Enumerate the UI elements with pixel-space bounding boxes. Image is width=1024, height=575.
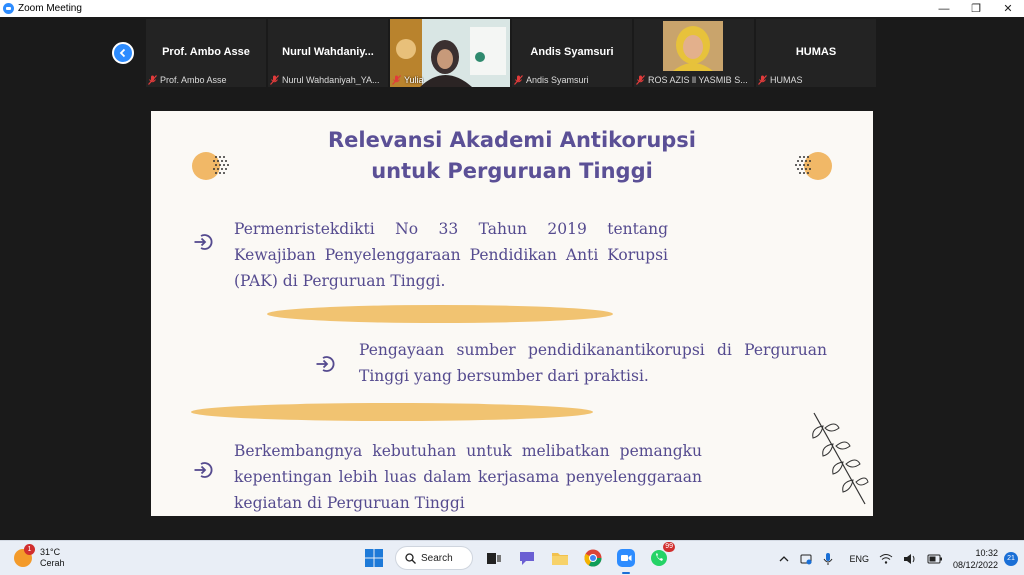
decorative-dot-icon xyxy=(795,152,832,180)
meeting-area: Prof. Ambo Asse Prof. Ambo Asse Nurul Wa… xyxy=(0,17,1024,540)
slide-point-2: Pengayaan sumber pendidikanantikorupsi d… xyxy=(359,341,827,385)
whatsapp-button[interactable]: 99 xyxy=(647,542,675,570)
zoom-taskbar-button[interactable] xyxy=(614,546,638,574)
show-hidden-icons-button[interactable] xyxy=(779,555,789,563)
chevron-left-icon xyxy=(119,48,126,58)
participant-video-tile[interactable]: Yulia xyxy=(390,19,510,87)
leaf-decoration-icon xyxy=(812,412,869,505)
weather-widget[interactable]: 1 31°C Cerah xyxy=(14,544,65,569)
participant-label: Yulia xyxy=(392,75,424,85)
clock-date: 08/12/2022 xyxy=(952,559,998,570)
participant-name: Prof. Ambo Asse xyxy=(162,46,250,58)
sync-icon xyxy=(800,554,812,564)
windows-taskbar: 1 31°C Cerah Search 99 ENG 10:32 08/12/2… xyxy=(0,540,1024,575)
participant-name: Andis Syamsuri xyxy=(530,46,614,58)
participant-video-tile[interactable]: ROS AZIS ll YASMIB S... xyxy=(634,19,754,87)
participant-tile[interactable]: Nurul Wahdaniy... Nurul Wahdaniyah_YA... xyxy=(268,19,388,87)
minimize-button[interactable]: — xyxy=(928,0,960,17)
participant-name: Nurul Wahdaniy... xyxy=(282,46,374,58)
active-indicator xyxy=(622,572,630,574)
system-clock[interactable]: 10:32 08/12/2022 xyxy=(953,547,998,571)
task-view-button[interactable] xyxy=(482,546,506,570)
login-arrow-icon xyxy=(316,356,335,372)
task-view-icon xyxy=(487,553,501,564)
participant-tile[interactable]: HUMAS HUMAS xyxy=(756,19,876,87)
mic-muted-icon xyxy=(514,75,523,85)
chat-icon xyxy=(520,552,534,565)
battery-button[interactable] xyxy=(927,554,943,564)
start-button[interactable] xyxy=(362,546,386,570)
participant-label: Prof. Ambo Asse xyxy=(148,75,227,85)
zoom-app-icon xyxy=(617,549,635,567)
weather-temperature: 31°C xyxy=(40,547,61,557)
wifi-button[interactable] xyxy=(879,553,893,564)
chrome-icon xyxy=(584,549,602,567)
shared-screen-slide: Relevansi Akademi Antikorupsi untuk Perg… xyxy=(151,111,873,516)
participant-label: Nurul Wahdaniyah_YA... xyxy=(270,75,380,85)
chrome-button[interactable] xyxy=(581,546,605,570)
previous-page-button[interactable] xyxy=(112,42,134,64)
mic-muted-icon xyxy=(270,75,279,85)
taskbar-search[interactable]: Search xyxy=(395,546,473,570)
file-explorer-button[interactable] xyxy=(548,546,572,570)
mic-muted-icon xyxy=(148,75,157,85)
mic-muted-icon xyxy=(758,75,767,85)
wifi-icon xyxy=(879,554,893,564)
microphone-icon xyxy=(824,552,833,565)
login-arrow-icon xyxy=(194,462,213,478)
decorative-dot-icon xyxy=(192,152,229,180)
window-titlebar: Zoom Meeting — ❐ ✕ xyxy=(0,0,1024,17)
participant-avatar xyxy=(663,21,723,71)
folder-icon xyxy=(552,553,568,565)
input-language[interactable]: ENG xyxy=(849,554,869,564)
slide-title: Relevansi Akademi Antikorupsi untuk Perg… xyxy=(327,128,697,183)
close-button[interactable]: ✕ xyxy=(992,0,1024,17)
volume-button[interactable] xyxy=(903,553,917,565)
participant-label: HUMAS xyxy=(758,75,803,85)
restore-button[interactable]: ❐ xyxy=(960,0,992,17)
participant-label: ROS AZIS ll YASMIB S... xyxy=(636,75,748,85)
slide-point-3: Berkembangnya kebutuhan untuk melibatkan… xyxy=(234,442,702,512)
windows-logo-icon xyxy=(365,549,383,567)
system-tray: ENG 10:32 08/12/2022 21 xyxy=(779,541,1024,575)
clock-time: 10:32 xyxy=(975,547,998,558)
slide-point-1: Permenristekdikti No 33 Tahun 2019 tenta… xyxy=(234,220,668,290)
whatsapp-badge: 99 xyxy=(663,542,675,552)
microphone-tray-button[interactable] xyxy=(823,552,833,566)
participant-name: HUMAS xyxy=(795,46,837,58)
weather-description: Cerah xyxy=(40,558,65,568)
speaker-icon xyxy=(903,553,915,564)
weather-badge: 1 xyxy=(24,544,35,555)
participant-label: Andis Syamsuri xyxy=(514,75,589,85)
decorative-stripe xyxy=(191,403,593,421)
participant-tile[interactable]: Andis Syamsuri Andis Syamsuri xyxy=(512,19,632,87)
battery-icon xyxy=(927,554,942,563)
weather-sun-icon: 1 xyxy=(14,544,35,567)
notification-badge[interactable]: 21 xyxy=(1004,551,1018,566)
search-label: Search xyxy=(421,552,453,564)
login-arrow-icon xyxy=(194,234,213,250)
sync-tray-button[interactable] xyxy=(799,552,813,566)
mic-muted-icon xyxy=(636,75,645,85)
window-title: Zoom Meeting xyxy=(18,3,82,14)
decorative-stripe xyxy=(267,305,613,323)
chevron-up-icon xyxy=(779,555,789,561)
mic-muted-icon xyxy=(392,75,401,85)
search-icon xyxy=(405,552,416,564)
chat-app-button[interactable] xyxy=(515,546,539,570)
participant-tile[interactable]: Prof. Ambo Asse Prof. Ambo Asse xyxy=(146,19,266,87)
zoom-logo-icon xyxy=(3,3,14,14)
